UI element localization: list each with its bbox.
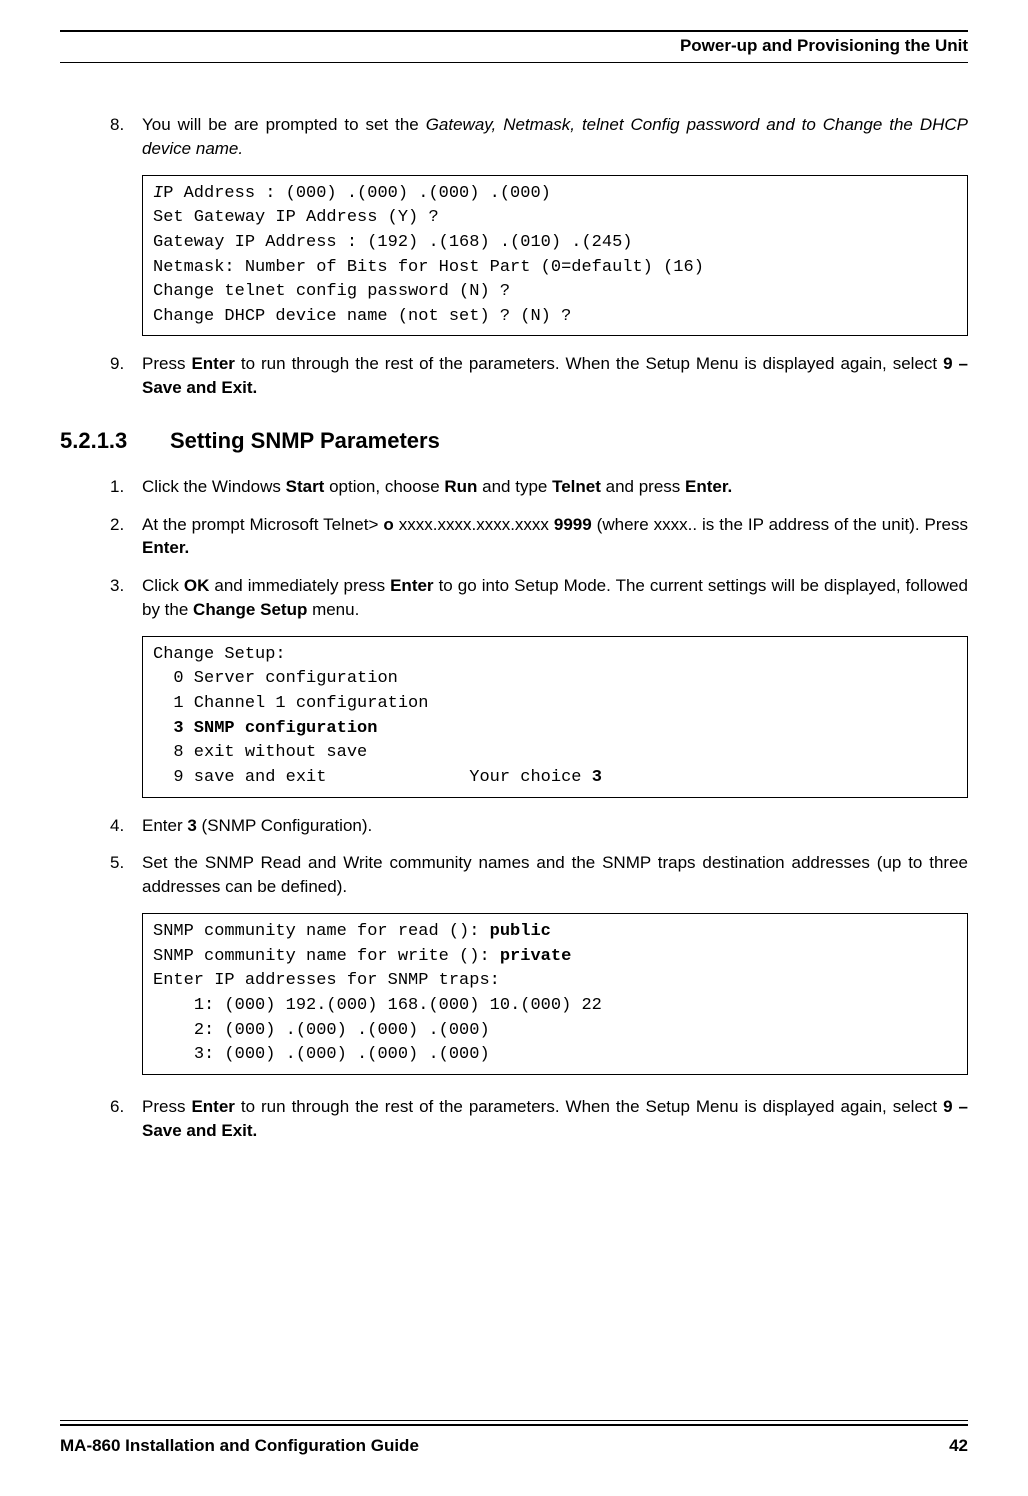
- snmp-step-3: 3. Click OK and immediately press Enter …: [110, 574, 968, 622]
- code-line: P Address : (000) .(000) .(000) .(000): [163, 184, 551, 203]
- text: You will be are prompted to set the: [142, 115, 426, 134]
- snmp-step-2: 2. At the prompt Microsoft Telnet> o xxx…: [110, 513, 968, 561]
- section-number: 5.2.1.3: [60, 426, 170, 457]
- code-line: 8 exit without save: [153, 743, 367, 762]
- code-line-bold: 3 SNMP configuration: [153, 719, 377, 738]
- code-line: Enter IP addresses for SNMP traps:: [153, 971, 500, 990]
- text: Click the Windows: [142, 477, 286, 496]
- text: Enter: [142, 816, 187, 835]
- snmp-step-6: 6. Press Enter to run through the rest o…: [110, 1095, 968, 1143]
- step-number: 4.: [110, 814, 142, 838]
- step-number: 8.: [110, 113, 142, 161]
- text-bold: Telnet: [552, 477, 601, 496]
- code-line: SNMP community name for read ():: [153, 922, 490, 941]
- text-bold: o: [383, 515, 393, 534]
- code-line: Change DHCP device name (not set) ? (N) …: [153, 307, 571, 326]
- text: option, choose: [324, 477, 444, 496]
- code-bold: 3: [592, 768, 602, 787]
- text-bold: Run: [444, 477, 477, 496]
- text: and press: [601, 477, 685, 496]
- text-bold: Start: [286, 477, 325, 496]
- code-line: Change telnet config password (N) ?: [153, 282, 510, 301]
- code-line: 9 save and exit Your choice: [153, 768, 592, 787]
- text-bold: Enter: [191, 354, 234, 373]
- snmp-step-1: 1. Click the Windows Start option, choos…: [110, 475, 968, 499]
- text: Press: [142, 1097, 191, 1116]
- code-line: I: [153, 184, 163, 203]
- section-title: Setting SNMP Parameters: [170, 426, 440, 457]
- footer-title: MA-860 Installation and Configuration Gu…: [60, 1436, 419, 1456]
- text-bold: Enter.: [685, 477, 732, 496]
- code-block-ip: IP Address : (000) .(000) .(000) .(000) …: [142, 175, 968, 337]
- code-line: 0 Server configuration: [153, 669, 398, 688]
- text-bold: Enter: [191, 1097, 234, 1116]
- code-line: Change Setup:: [153, 645, 286, 664]
- text: and type: [477, 477, 552, 496]
- snmp-step-5: 5. Set the SNMP Read and Write community…: [110, 851, 968, 899]
- code-line: 2: (000) .(000) .(000) .(000): [153, 1021, 490, 1040]
- snmp-step-4: 4. Enter 3 (SNMP Configuration).: [110, 814, 968, 838]
- step-number: 1.: [110, 475, 142, 499]
- text: Set the SNMP Read and Write community na…: [142, 853, 968, 896]
- text-bold: Change Setup: [193, 600, 307, 619]
- text: to run through the rest of the parameter…: [235, 1097, 943, 1116]
- text-bold: OK: [184, 576, 210, 595]
- step-number: 5.: [110, 851, 142, 899]
- text-bold: Enter: [390, 576, 433, 595]
- text: (SNMP Configuration).: [197, 816, 372, 835]
- text: At the prompt Microsoft Telnet>: [142, 515, 383, 534]
- step-number: 9.: [110, 352, 142, 400]
- step-number: 6.: [110, 1095, 142, 1143]
- text: Click: [142, 576, 184, 595]
- step-number: 2.: [110, 513, 142, 561]
- text-bold: Enter.: [142, 538, 189, 557]
- page-number: 42: [949, 1436, 968, 1456]
- text: (where xxxx.. is the IP address of the u…: [592, 515, 968, 534]
- page-content: 8. You will be are prompted to set the G…: [60, 63, 968, 1142]
- text: Press: [142, 354, 191, 373]
- code-bold: private: [500, 947, 571, 966]
- step-9: 9. Press Enter to run through the rest o…: [110, 352, 968, 400]
- code-line: Netmask: Number of Bits for Host Part (0…: [153, 258, 704, 277]
- code-block-setup: Change Setup: 0 Server configuration 1 C…: [142, 636, 968, 798]
- step-number: 3.: [110, 574, 142, 622]
- code-line: 1: (000) 192.(000) 168.(000) 10.(000) 22: [153, 996, 602, 1015]
- header-title: Power-up and Provisioning the Unit: [60, 36, 968, 63]
- text: menu.: [307, 600, 359, 619]
- code-line: 3: (000) .(000) .(000) .(000): [153, 1045, 490, 1064]
- code-line: SNMP community name for write ():: [153, 947, 500, 966]
- text-bold: 3: [187, 816, 196, 835]
- section-heading: 5.2.1.3 Setting SNMP Parameters: [60, 426, 968, 457]
- step-8: 8. You will be are prompted to set the G…: [110, 113, 968, 161]
- text: to run through the rest of the parameter…: [235, 354, 943, 373]
- text: xxxx.xxxx.xxxx.xxxx: [394, 515, 554, 534]
- code-line: Set Gateway IP Address (Y) ?: [153, 208, 439, 227]
- code-line: Gateway IP Address : (192) .(168) .(010)…: [153, 233, 632, 252]
- text-bold: 9999: [554, 515, 592, 534]
- text: and immediately press: [209, 576, 390, 595]
- page-footer: MA-860 Installation and Configuration Gu…: [60, 1420, 968, 1456]
- code-line: 1 Channel 1 configuration: [153, 694, 428, 713]
- code-block-snmp: SNMP community name for read (): public …: [142, 913, 968, 1075]
- code-bold: public: [490, 922, 551, 941]
